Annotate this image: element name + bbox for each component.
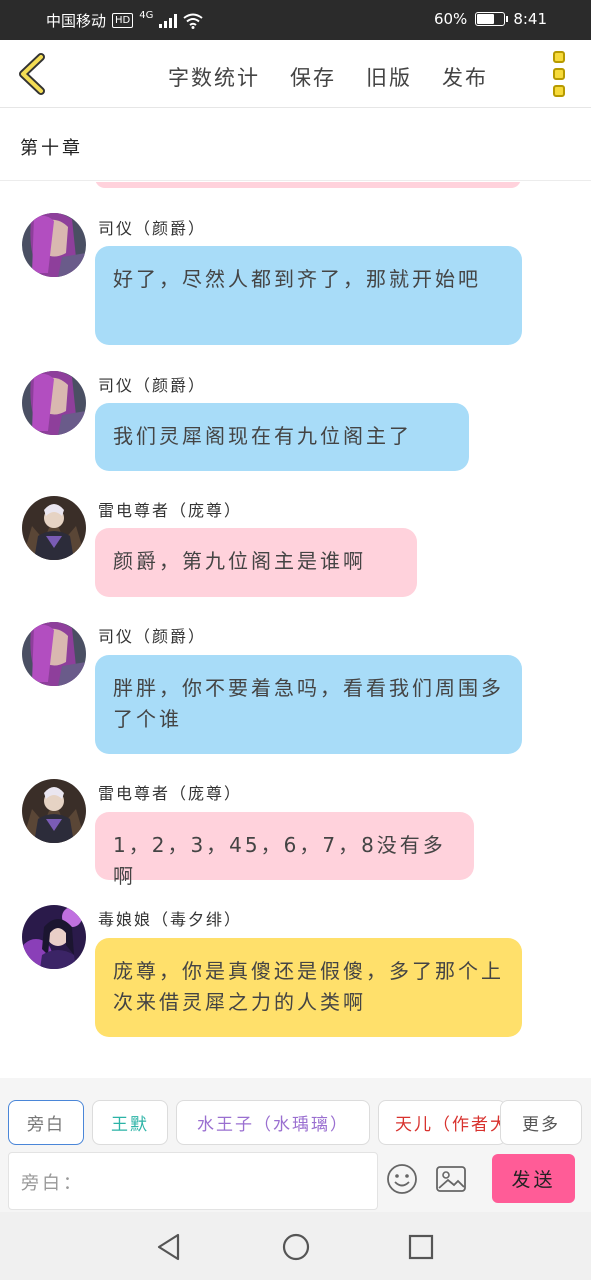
save-button[interactable]: 保存	[290, 62, 336, 92]
system-nav-bar	[0, 1212, 591, 1280]
image-icon[interactable]	[435, 1164, 467, 1194]
word-count-button[interactable]: 字数统计	[168, 62, 260, 92]
avatar[interactable]	[22, 496, 86, 560]
carrier-label: 中国移动	[46, 12, 107, 30]
battery-icon	[475, 12, 509, 26]
wifi-icon	[183, 13, 203, 29]
avatar[interactable]	[22, 213, 86, 277]
speaker-name: 毒娘娘（毒夕绯）	[98, 910, 243, 929]
role-selector: 旁白 王默 水王子（水瑀璃） 天儿（作者大 更多	[0, 1078, 591, 1150]
composer: 旁白： 发送	[0, 1150, 591, 1212]
message-bubble[interactable]: 1，2，3，45，6，7，8没有多啊	[95, 812, 474, 888]
avatar[interactable]	[22, 622, 86, 686]
avatar[interactable]	[22, 905, 86, 969]
old-version-button[interactable]: 旧版	[366, 62, 412, 92]
menu-dot-icon	[553, 51, 565, 63]
home-nav-icon[interactable]	[281, 1232, 311, 1262]
menu-dot-icon	[553, 85, 565, 97]
editor-toolbar: 字数统计 保存 旧版 发布	[0, 40, 591, 108]
role-chip-water-prince[interactable]: 水王子（水瑀璃）	[176, 1100, 370, 1145]
chapter-header[interactable]: 第十章	[0, 109, 591, 181]
back-nav-icon[interactable]	[154, 1232, 184, 1262]
chevron-left-icon	[19, 53, 45, 95]
avatar[interactable]	[22, 779, 86, 843]
publish-button[interactable]: 发布	[442, 62, 488, 92]
battery-percent: 60%	[433, 10, 468, 28]
hd-badge: HD	[112, 13, 134, 28]
role-chip-wangmo[interactable]: 王默	[92, 1100, 168, 1145]
message-bubble[interactable]: 好了，尽然人都到齐了，那就开始吧	[95, 246, 522, 345]
chat-list[interactable]: 司仪（颜爵） 好了，尽然人都到齐了，那就开始吧 司仪（颜爵） 我们灵犀阁现在有九…	[0, 182, 591, 1078]
speaker-name: 司仪（颜爵）	[98, 376, 207, 395]
message-bubble[interactable]: 胖胖，你不要着急吗，看看我们周围多了个谁	[95, 655, 522, 754]
network-type: 4G	[139, 10, 154, 21]
send-button[interactable]: 发送	[492, 1154, 575, 1203]
status-bar: 中国移动 HD 4G 60% 8:41	[0, 0, 591, 40]
speaker-name: 司仪（颜爵）	[98, 219, 207, 238]
clock: 8:41	[513, 10, 547, 28]
more-roles-button[interactable]: 更多	[500, 1100, 582, 1145]
emoji-icon[interactable]	[386, 1163, 418, 1195]
signal-icon	[159, 13, 178, 28]
message-bubble[interactable]: 庞尊，你是真傻还是假傻，多了那个上次来借灵犀之力的人类啊	[95, 938, 522, 1037]
avatar[interactable]	[22, 371, 86, 435]
menu-dot-icon	[553, 68, 565, 80]
chapter-title: 第十章	[20, 138, 83, 159]
more-menu-button[interactable]	[550, 51, 568, 97]
message-bubble[interactable]: 颜爵，第九位阁主是谁啊	[95, 528, 417, 597]
message-bubble-partial[interactable]	[95, 182, 521, 188]
message-input[interactable]: 旁白：	[8, 1152, 378, 1210]
role-chip-tianer[interactable]: 天儿（作者大	[378, 1100, 506, 1145]
back-button[interactable]	[12, 52, 52, 96]
speaker-name: 雷电尊者（庞尊）	[98, 784, 243, 803]
recents-nav-icon[interactable]	[406, 1232, 436, 1262]
message-bubble[interactable]: 我们灵犀阁现在有九位阁主了	[95, 403, 469, 471]
speaker-name: 司仪（颜爵）	[98, 627, 207, 646]
role-chip-narration[interactable]: 旁白	[8, 1100, 84, 1145]
speaker-name: 雷电尊者（庞尊）	[98, 501, 243, 520]
